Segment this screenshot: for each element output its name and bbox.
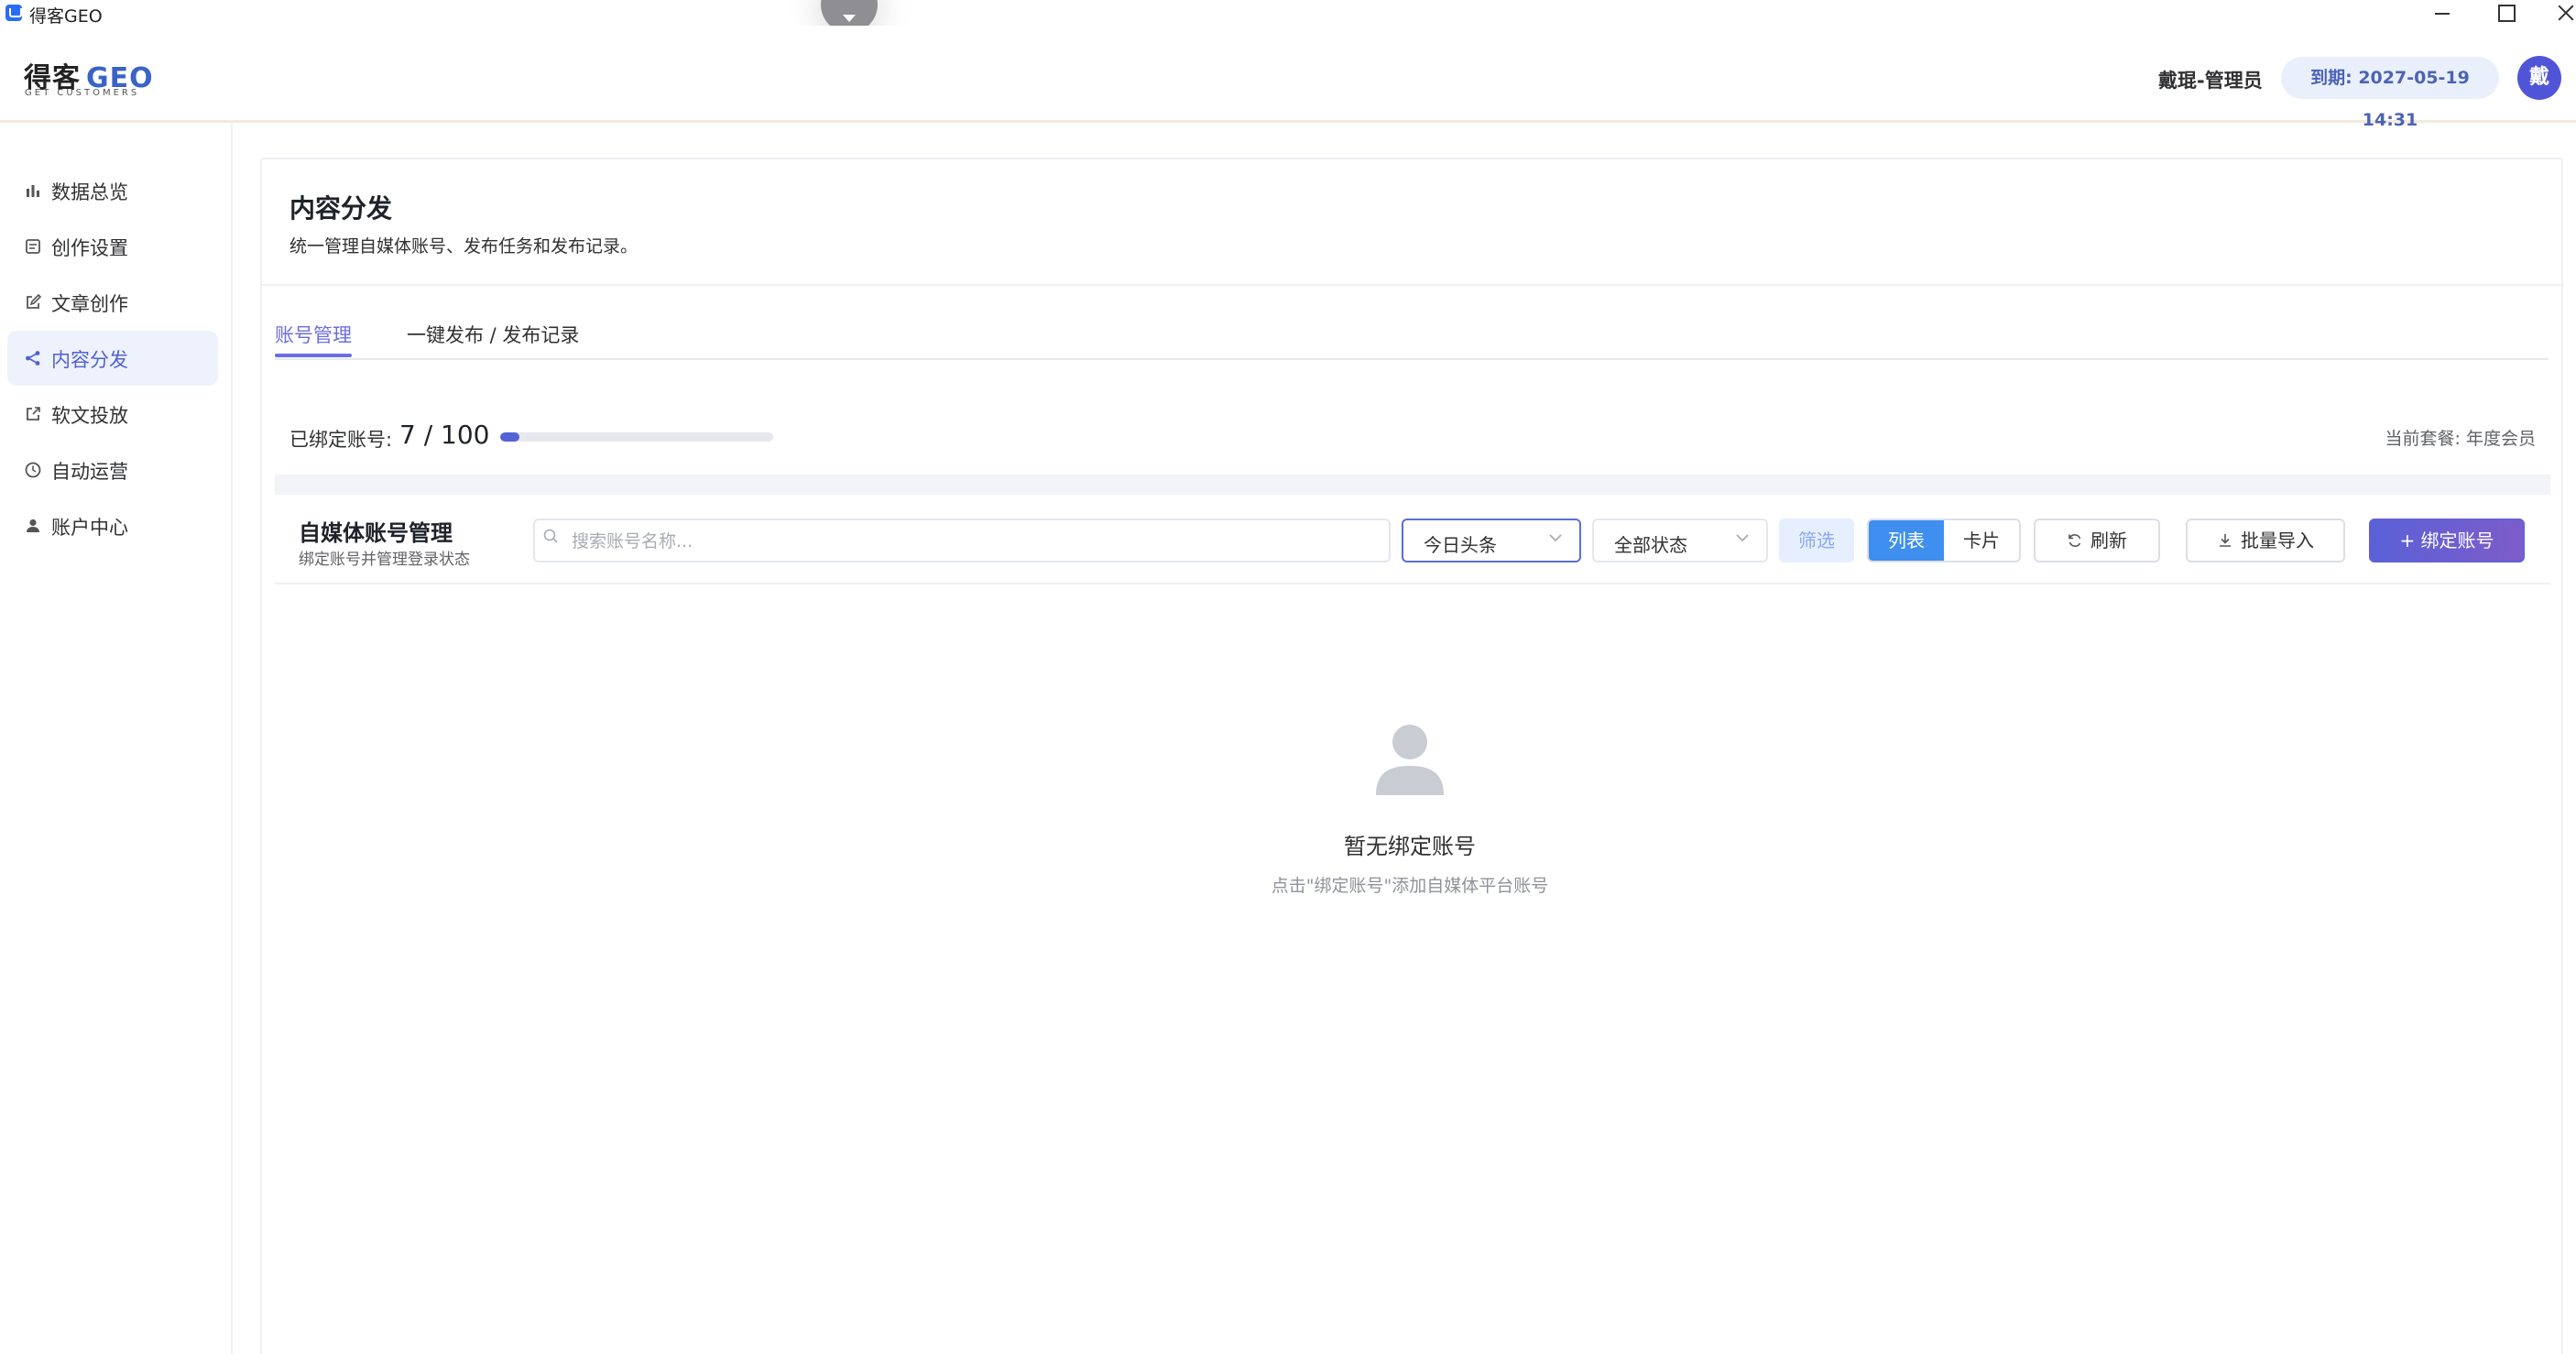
close-window-button[interactable]: [2547, 0, 2576, 26]
sidebar-item-label: 数据总览: [51, 181, 128, 203]
chevron-down-icon: [1736, 534, 1749, 542]
expiry-badge: 到期: 2027-05-19 14:31: [2281, 57, 2499, 130]
sidebar-item-label: 创作设置: [51, 237, 128, 259]
bound-accounts-label: 已绑定账号:: [289, 429, 393, 451]
search-box[interactable]: [533, 519, 1391, 562]
brand-logo[interactable]: 得客 GEO GET CUSTOMERS: [24, 55, 154, 98]
bind-account-button[interactable]: + 绑定账号: [2369, 519, 2525, 562]
tab-account-management[interactable]: 账号管理: [275, 321, 352, 348]
page-description: 统一管理自媒体账号、发布任务和发布记录。: [289, 236, 639, 257]
tab-publish-records[interactable]: 一键发布 / 发布记录: [407, 321, 579, 348]
sidebar: 数据总览 创作设置 文章创作 内容分发 软文投放 自动运营 账户中心: [0, 123, 233, 1354]
user-name: 戴琨-管理员: [2158, 70, 2263, 92]
window-title: 得客GEO: [29, 6, 103, 27]
bound-accounts-progress: [500, 432, 773, 442]
bound-accounts-progress-fill: [500, 432, 519, 442]
sidebar-item-label: 内容分发: [51, 349, 128, 371]
active-tab-indicator: [275, 354, 352, 357]
download-icon: [2220, 534, 2231, 547]
refresh-button[interactable]: 刷新: [2034, 519, 2160, 562]
avatar[interactable]: 戴: [2517, 56, 2561, 100]
document-settings-icon: [26, 239, 40, 254]
sidebar-item-account-center[interactable]: 账户中心: [7, 498, 218, 553]
external-link-icon: [27, 407, 40, 420]
toolbar-title: 自媒体账号管理: [299, 520, 453, 546]
sidebar-item-label: 账户中心: [51, 517, 128, 539]
refresh-icon: [2068, 534, 2081, 547]
view-toggle: 列表 卡片: [1867, 519, 2021, 562]
sidebar-item-auto-operation[interactable]: 自动运营: [7, 442, 218, 497]
sidebar-item-content-distribution[interactable]: 内容分发: [7, 331, 218, 386]
page-title: 内容分发: [289, 193, 393, 224]
sidebar-item-creation-settings[interactable]: 创作设置: [7, 219, 218, 274]
user-icon: [27, 519, 39, 532]
app-header: 得客 GEO GET CUSTOMERS 戴琨-管理员 到期: 2027-05-1…: [0, 26, 2576, 130]
empty-state-title: 暂无绑定账号: [1344, 834, 1476, 859]
tab-bar-line: [275, 358, 2549, 360]
batch-import-button[interactable]: 批量导入: [2186, 519, 2345, 562]
empty-state-hint: 点击"绑定账号"添加自媒体平台账号: [1271, 876, 1549, 896]
current-plan: 当前套餐: 年度会员: [2385, 429, 2536, 449]
app-logo-icon: [5, 5, 22, 21]
platform-select[interactable]: 今日头条: [1402, 519, 1581, 562]
maximize-button[interactable]: [2486, 0, 2523, 26]
refresh-label: 刷新: [2090, 530, 2127, 551]
bar-chart-icon: [27, 185, 39, 197]
edit-icon: [27, 293, 42, 309]
sidebar-item-overview[interactable]: 数据总览: [7, 163, 218, 218]
sidebar-item-label: 自动运营: [51, 461, 128, 483]
status-select[interactable]: 全部状态: [1592, 519, 1768, 562]
card-view-button[interactable]: 卡片: [1944, 520, 2019, 561]
bound-accounts-count: 7 / 100: [399, 420, 490, 450]
header-divider: [262, 284, 2561, 286]
batch-import-label: 批量导入: [2241, 530, 2314, 551]
filter-button[interactable]: 筛选: [1779, 519, 1854, 562]
search-icon: [543, 529, 558, 543]
window-titlebar: 得客GEO: [0, 0, 2576, 27]
list-view-button[interactable]: 列表: [1869, 520, 1944, 561]
sidebar-item-article-creation[interactable]: 文章创作: [7, 275, 218, 330]
toolbar-divider: [275, 583, 2550, 584]
sidebar-item-label: 文章创作: [51, 293, 128, 315]
toolbar-subtitle: 绑定账号并管理登录状态: [299, 551, 470, 569]
empty-user-icon: [1376, 725, 1444, 795]
clock-icon: [25, 462, 41, 478]
sidebar-item-label: 软文投放: [51, 405, 128, 427]
platform-select-value: 今日头条: [1424, 534, 1497, 556]
chevron-down-icon: [1549, 534, 1562, 542]
sidebar-item-soft-article[interactable]: 软文投放: [7, 387, 218, 442]
share-icon: [26, 351, 40, 366]
minimize-button[interactable]: [2424, 0, 2461, 26]
status-select-value: 全部状态: [1614, 534, 1687, 556]
search-input[interactable]: [572, 530, 1378, 553]
section-separator: [275, 475, 2550, 495]
logo-tagline: GET CUSTOMERS: [25, 88, 140, 98]
